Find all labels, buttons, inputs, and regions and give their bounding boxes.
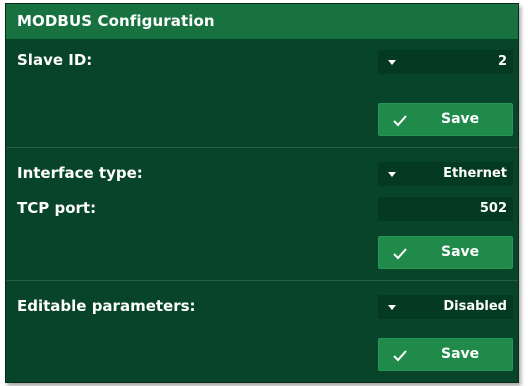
caret-down-icon xyxy=(388,172,396,177)
save-button-label: Save xyxy=(441,244,480,260)
interface-save-button[interactable]: Save xyxy=(378,236,513,269)
caret-down-icon xyxy=(388,305,396,310)
editable-save-button[interactable]: Save xyxy=(378,338,513,371)
modbus-config-panel: MODBUS Configuration Slave ID: 2 Save In… xyxy=(5,3,519,383)
slave-id-select[interactable]: 2 xyxy=(378,50,513,74)
slave-id-save-button[interactable]: Save xyxy=(378,103,513,136)
slave-id-label: Slave ID: xyxy=(17,51,93,69)
check-icon xyxy=(393,248,407,260)
check-icon xyxy=(393,350,407,362)
interface-type-select[interactable]: Ethernet xyxy=(378,162,513,186)
tcp-port-label: TCP port: xyxy=(17,199,97,217)
interface-type-label: Interface type: xyxy=(17,164,143,182)
interface-type-value: Ethernet xyxy=(443,166,507,181)
panel-title: MODBUS Configuration xyxy=(6,4,518,39)
caret-down-icon xyxy=(388,60,396,65)
save-button-label: Save xyxy=(441,346,480,362)
editable-parameters-select[interactable]: Disabled xyxy=(378,295,513,319)
slave-id-value: 2 xyxy=(497,54,507,69)
section-divider xyxy=(6,147,518,148)
tcp-port-input[interactable]: 502 xyxy=(378,197,513,221)
editable-parameters-label: Editable parameters: xyxy=(17,297,196,315)
editable-parameters-value: Disabled xyxy=(443,299,507,314)
section-divider xyxy=(6,280,518,281)
check-icon xyxy=(393,115,407,127)
save-button-label: Save xyxy=(441,111,480,127)
